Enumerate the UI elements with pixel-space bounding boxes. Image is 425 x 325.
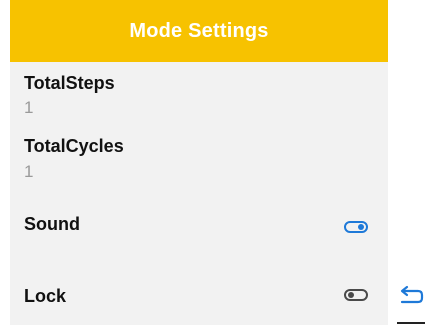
- back-button[interactable]: [396, 282, 424, 310]
- bottom-divider: [397, 322, 425, 324]
- sound-label: Sound: [24, 214, 80, 234]
- setting-sound: Sound: [10, 190, 388, 260]
- toggle-knob: [358, 224, 364, 230]
- mode-settings-screen: Mode Settings TotalSteps 1 TotalCycles 1…: [10, 0, 388, 325]
- header-bar: Mode Settings: [10, 0, 388, 62]
- setting-total-cycles[interactable]: TotalCycles 1: [10, 126, 388, 190]
- total-steps-value: 1: [24, 98, 34, 117]
- sound-toggle[interactable]: [344, 221, 368, 233]
- total-cycles-label: TotalCycles: [24, 136, 124, 156]
- lock-toggle[interactable]: [344, 289, 368, 301]
- total-cycles-value: 1: [24, 162, 34, 181]
- setting-total-steps[interactable]: TotalSteps 1: [10, 62, 388, 126]
- setting-lock: Lock: [10, 260, 388, 325]
- page-title: Mode Settings: [129, 19, 269, 42]
- toggle-knob: [348, 292, 354, 298]
- back-arrow-icon: [400, 285, 424, 304]
- lock-label: Lock: [24, 286, 67, 306]
- total-steps-label: TotalSteps: [24, 73, 115, 93]
